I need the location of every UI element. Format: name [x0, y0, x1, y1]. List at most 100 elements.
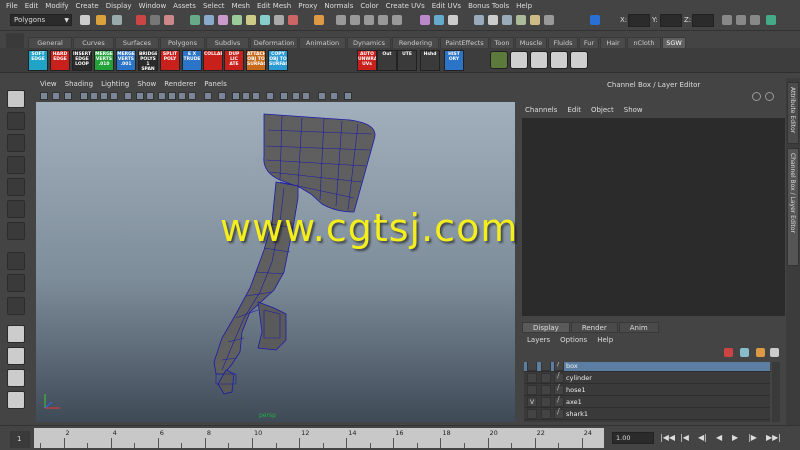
select-object-icon[interactable]	[150, 15, 160, 25]
shelf-tab-fluids[interactable]: Fluids	[548, 37, 578, 48]
shelf-tab-subdivs[interactable]: Subdivs	[206, 37, 249, 48]
shelf-tool-icon[interactable]	[510, 51, 528, 69]
layer-menu-help[interactable]: Help	[597, 336, 613, 346]
shelf-tab-animation[interactable]: Animation	[299, 37, 346, 48]
y-field[interactable]	[660, 14, 682, 27]
menu-create-uvs[interactable]: Create UVs	[386, 2, 425, 10]
layer-menu-options[interactable]: Options	[560, 336, 587, 346]
shelf-button-14[interactable]: Out	[377, 50, 397, 71]
viewport-toolbar-icon[interactable]	[266, 92, 274, 100]
snap-view-plane-icon[interactable]	[378, 15, 388, 25]
step-back-icon[interactable]: |◀	[680, 433, 689, 442]
shelf-button-5[interactable]: MERGE VERTS .001	[116, 50, 136, 71]
move-up-icon[interactable]	[740, 348, 749, 357]
layer-visibility-toggle[interactable]: V	[527, 397, 537, 407]
shelf-button-8[interactable]: E X TRUDE	[182, 50, 202, 71]
shelf-tab-rendering[interactable]: Rendering	[392, 37, 439, 48]
step-forward-key-icon[interactable]: |▶	[748, 433, 757, 442]
manipulator-tool-icon[interactable]	[7, 222, 25, 240]
step-back-key-icon[interactable]: ◀|	[698, 433, 707, 442]
shelf-tool-icon[interactable]	[550, 51, 568, 69]
layer-row[interactable]: / cylinder	[524, 371, 770, 384]
viewport-toolbar-icon[interactable]	[252, 92, 260, 100]
menu-edit-mesh[interactable]: Edit Mesh	[257, 2, 291, 10]
viewport-toolbar-icon[interactable]	[90, 92, 98, 100]
viewport-toolbar-icon[interactable]	[178, 92, 186, 100]
layer-display-type-toggle[interactable]	[541, 362, 551, 371]
attribute-editor-tab[interactable]: Attribute Editor	[787, 82, 799, 144]
circle-icon[interactable]	[765, 92, 774, 101]
tool-settings-toggle-icon[interactable]	[736, 15, 746, 25]
menu-edit[interactable]: Edit	[25, 2, 39, 10]
shelf-tab-hair[interactable]: Hair	[600, 37, 626, 48]
viewport-toolbar-icon[interactable]	[344, 92, 352, 100]
shelf-tab-surfaces[interactable]: Surfaces	[115, 37, 159, 48]
move-tool-icon[interactable]	[7, 156, 25, 174]
viewport-toolbar-icon[interactable]	[64, 92, 72, 100]
viewport-toolbar-icon[interactable]	[158, 92, 166, 100]
paint-select-tool-icon[interactable]	[7, 134, 25, 152]
shelf-tool-icon[interactable]	[530, 51, 548, 69]
mask-joints-icon[interactable]	[204, 15, 214, 25]
channel-box-toggle-icon[interactable]	[750, 15, 760, 25]
layer-row[interactable]: / hose1	[524, 383, 770, 396]
mask-dynamics-icon[interactable]	[260, 15, 270, 25]
viewport-toolbar-icon[interactable]	[242, 92, 250, 100]
render-settings-icon[interactable]	[516, 15, 526, 25]
mask-handles-icon[interactable]	[190, 15, 200, 25]
current-frame-field[interactable]: 1.00	[612, 432, 654, 444]
shelf-tab-deformation[interactable]: Deformation	[250, 37, 298, 48]
make-live-icon[interactable]	[392, 15, 402, 25]
viewport-menu-renderer[interactable]: Renderer	[164, 80, 196, 90]
absolute-transform-icon[interactable]	[544, 15, 554, 25]
shelf-tab-fur[interactable]: Fur	[579, 37, 599, 48]
time-ruler[interactable]: 2 4 6 8 10 12 14 16 18 20 22 24	[34, 428, 604, 448]
layer-list-scrollbar[interactable]	[772, 362, 780, 422]
viewport-toolbar-icon[interactable]	[52, 92, 60, 100]
viewport-toolbar-icon[interactable]	[318, 92, 326, 100]
attribute-editor-toggle-icon[interactable]	[722, 15, 732, 25]
soft-mod-tool-icon[interactable]	[7, 252, 25, 270]
layer-visibility-toggle[interactable]	[527, 373, 537, 383]
layer-display-type-toggle[interactable]	[541, 385, 551, 395]
viewport-toolbar-icon[interactable]	[302, 92, 310, 100]
z-field[interactable]	[692, 14, 714, 27]
play-backwards-icon[interactable]: ◀	[716, 433, 722, 442]
viewport-toolbar-icon[interactable]	[330, 92, 338, 100]
render-current-icon[interactable]	[488, 15, 498, 25]
shelf-button-7[interactable]: SPLIT POLY	[160, 50, 180, 71]
new-scene-icon[interactable]	[80, 15, 90, 25]
layer-visibility-toggle[interactable]	[527, 362, 537, 371]
viewport-menu-show[interactable]: Show	[137, 80, 156, 90]
new-layer-icon[interactable]	[724, 348, 733, 357]
shelf-button-12[interactable]: COPY OBJ TO SURFACE	[268, 50, 288, 71]
layer-display-type-toggle[interactable]	[541, 397, 551, 407]
transform-mode-icon[interactable]	[590, 15, 600, 25]
viewport-toolbar-icon[interactable]	[188, 92, 196, 100]
construction-history-icon[interactable]	[448, 15, 458, 25]
layer-row[interactable]: / box	[524, 362, 770, 372]
channel-box-menu-object[interactable]: Object	[591, 106, 614, 116]
save-scene-icon[interactable]	[112, 15, 122, 25]
shelf-button-1[interactable]: SOFT EDGE	[28, 50, 48, 71]
menu-select[interactable]: Select	[203, 2, 225, 10]
shelf-button-9[interactable]: COLLAPSE	[203, 50, 223, 71]
input-ops-icon[interactable]	[420, 15, 430, 25]
layer-visibility-toggle[interactable]	[527, 409, 537, 419]
layer-tab-render[interactable]: Render	[570, 322, 618, 333]
viewport-toolbar-icon[interactable]	[110, 92, 118, 100]
menu-bonus-tools[interactable]: Bonus Tools	[468, 2, 509, 10]
menu-window[interactable]: Window	[139, 2, 167, 10]
viewport-toolbar-icon[interactable]	[136, 92, 144, 100]
menu-assets[interactable]: Assets	[173, 2, 196, 10]
layer-display-type-toggle[interactable]	[541, 373, 551, 383]
viewport-toolbar-icon[interactable]	[280, 92, 288, 100]
perspective-viewport[interactable]	[36, 102, 515, 422]
shelf-tab-sgw[interactable]: SGW	[662, 37, 686, 48]
channel-box-menu-show[interactable]: Show	[624, 106, 643, 116]
layer-menu-layers[interactable]: Layers	[527, 336, 550, 346]
lasso-tool-icon[interactable]	[7, 112, 25, 130]
snap-grid-icon[interactable]	[336, 15, 346, 25]
shelf-tab-ncloth[interactable]: nCloth	[627, 37, 661, 48]
shelf-tab-polygons[interactable]: Polygons	[160, 37, 205, 48]
